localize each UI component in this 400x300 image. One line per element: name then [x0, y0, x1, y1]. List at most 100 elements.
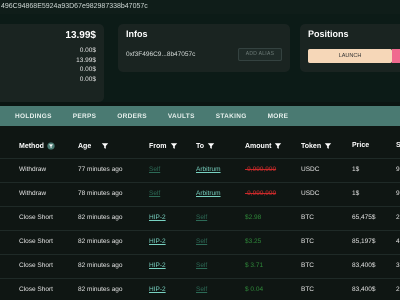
cell-method: Close Short — [19, 238, 53, 245]
cell-from-link[interactable]: HIP-2 — [149, 214, 166, 221]
cell-amount: $3.25 — [245, 238, 262, 245]
balance-line: 0.00$ — [79, 47, 96, 54]
table-header: Method Age From To Amount Token Price S — [0, 136, 400, 158]
balance-line: 0.00$ — [79, 75, 96, 83]
header-from[interactable]: From — [149, 142, 178, 150]
cell-token: BTC — [301, 262, 314, 269]
filter-icon[interactable] — [47, 142, 55, 150]
balance-line: 0.00$ — [79, 66, 96, 73]
cell-extra: 9 — [396, 190, 400, 197]
section-tabs: HOLDINGS PERPS ORDERS VAULTS STAKING MOR… — [0, 106, 400, 126]
cell-method: Close Short — [19, 262, 53, 269]
balance-breakdown: 0.00$ 13.99$ 0.00$ 0.00$ — [76, 46, 96, 84]
positions-card: Positions LAUNCH — [300, 24, 400, 72]
cell-age: 82 minutes ago — [78, 238, 123, 245]
filter-icon[interactable] — [207, 142, 215, 150]
cell-method: Withdraw — [19, 166, 47, 173]
filter-icon[interactable] — [274, 142, 282, 150]
header-from-label: From — [149, 142, 167, 150]
wallet-address-header: 496C94868E5924a93D67e982987338b47057c — [0, 0, 400, 14]
header-to-label: To — [196, 142, 205, 150]
header-method[interactable]: Method — [19, 142, 55, 150]
cell-token: USDC — [301, 166, 320, 173]
header-method-label: Method — [19, 142, 44, 150]
cell-price: 85,197$ — [352, 238, 376, 245]
tab-vaults[interactable]: VAULTS — [168, 113, 195, 120]
cell-token: BTC — [301, 214, 314, 221]
cell-from-link[interactable]: HIP-2 — [149, 238, 166, 245]
header-token-label: Token — [301, 142, 322, 150]
cell-method: Withdraw — [19, 190, 47, 197]
balance-line: 13.99$ — [76, 56, 96, 64]
cell-token: BTC — [301, 238, 314, 245]
cell-amount: -9,999,999 — [245, 190, 277, 197]
cell-to-link[interactable]: Self — [196, 262, 207, 269]
cell-from-link[interactable]: HIP-2 — [149, 262, 166, 269]
cell-extra: 3 — [396, 262, 400, 269]
cell-price: 83,400$ — [352, 286, 376, 293]
header-to[interactable]: To — [196, 142, 215, 150]
cell-age: 82 minutes ago — [78, 286, 123, 293]
filter-icon[interactable] — [170, 142, 178, 150]
cell-to-link[interactable]: Self — [196, 238, 207, 245]
tab-orders[interactable]: ORDERS — [117, 113, 147, 120]
cell-to-link[interactable]: Self — [196, 214, 207, 221]
infos-address: 0xf3F496C9...8b47057c — [126, 51, 196, 58]
cell-token: USDC — [301, 190, 320, 197]
table-row: Close Short 82 minutes ago HIP-2 Self $2… — [0, 206, 400, 230]
header-age-label: Age — [78, 142, 92, 150]
header-price-label: Price — [352, 142, 370, 149]
cell-from-link[interactable]: HIP-2 — [149, 286, 166, 293]
cell-amount: $ 3.71 — [245, 262, 264, 269]
cell-amount: $2.98 — [245, 214, 262, 221]
cell-amount: -9,999,999 — [245, 166, 277, 173]
cell-from-link[interactable]: Self — [149, 190, 160, 197]
cell-method: Close Short — [19, 286, 53, 293]
header-token[interactable]: Token — [301, 142, 332, 150]
table-row: Withdraw 78 minutes ago Self Arbitrum -9… — [0, 182, 400, 206]
cell-extra: 2 — [396, 286, 400, 293]
cell-price: 83,400$ — [352, 262, 376, 269]
cell-token: BTC — [301, 286, 314, 293]
infos-title: Infos — [126, 29, 148, 39]
cell-extra: 9 — [396, 166, 400, 173]
tab-staking[interactable]: STAKING — [216, 113, 247, 120]
cell-extra: 4 — [396, 238, 400, 245]
tab-holdings[interactable]: HOLDINGS — [15, 113, 52, 120]
header-amount-label: Amount — [245, 142, 272, 150]
header-age[interactable]: Age — [78, 142, 109, 150]
cell-price: 1$ — [352, 166, 360, 173]
cell-price: 1$ — [352, 190, 360, 197]
header-amount[interactable]: Amount — [245, 142, 282, 150]
header-extra-label: S — [396, 142, 400, 149]
add-alias-button[interactable]: ADD ALIAS — [238, 48, 282, 61]
launch-button[interactable]: LAUNCH — [308, 49, 392, 63]
cell-price: 65,475$ — [352, 214, 376, 221]
transactions-table: Method Age From To Amount Token Price S … — [0, 126, 400, 300]
balance-card: 13.99$ 0.00$ 13.99$ 0.00$ 0.00$ — [0, 24, 104, 102]
cell-from-link[interactable]: Self — [149, 166, 160, 173]
cell-method: Close Short — [19, 214, 53, 221]
table-row: Close Short 82 minutes ago HIP-2 Self $ … — [0, 254, 400, 278]
table-row: Close Short 82 minutes ago HIP-2 Self $3… — [0, 230, 400, 254]
tab-perps[interactable]: PERPS — [73, 113, 97, 120]
positions-title: Positions — [308, 29, 349, 39]
table-row: Withdraw 77 minutes ago Self Arbitrum -9… — [0, 158, 400, 182]
cell-extra: 2 — [396, 214, 400, 221]
header-price: Price — [352, 142, 369, 149]
table-row: Close Short 82 minutes ago HIP-2 Self $ … — [0, 278, 400, 300]
infos-card: Infos 0xf3F496C9...8b47057c ADD ALIAS — [118, 24, 290, 72]
cell-to-link[interactable]: Arbitrum — [196, 166, 221, 173]
cell-to-link[interactable]: Arbitrum — [196, 190, 221, 197]
header-extra: S — [396, 142, 400, 149]
filter-icon[interactable] — [101, 142, 109, 150]
launch-strip — [392, 49, 400, 63]
cell-age: 77 minutes ago — [78, 166, 123, 173]
cell-age: 82 minutes ago — [78, 262, 123, 269]
cell-amount: $ 0.04 — [245, 286, 264, 293]
cell-age: 82 minutes ago — [78, 214, 123, 221]
cell-age: 78 minutes ago — [78, 190, 123, 197]
tab-more[interactable]: MORE — [268, 113, 289, 120]
cell-to-link[interactable]: Self — [196, 286, 207, 293]
filter-icon[interactable] — [324, 142, 332, 150]
